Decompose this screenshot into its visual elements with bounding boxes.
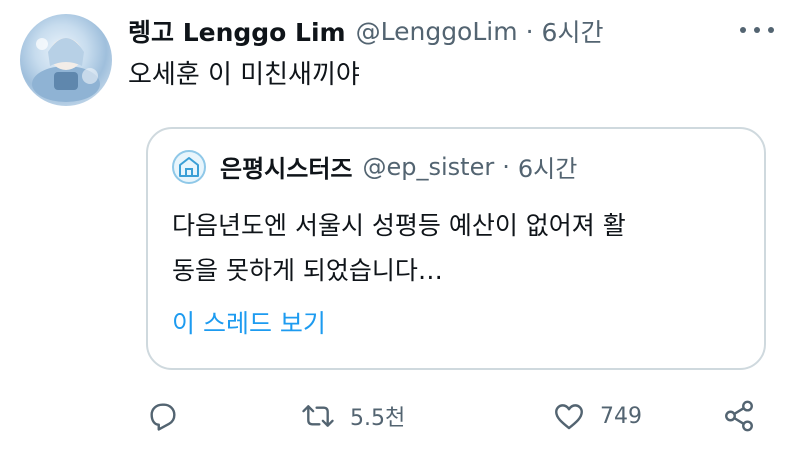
retweet-button[interactable]: 5.5천 [300, 399, 405, 433]
retweet-icon [302, 405, 334, 427]
retweet-count: 5.5천 [350, 406, 406, 431]
show-thread-link[interactable]: 이 스레드 보기 [172, 304, 326, 340]
more-icon[interactable] [740, 20, 774, 40]
timestamp[interactable]: 6시간 [542, 13, 604, 49]
user-handle[interactable]: @LenggoLim [356, 17, 518, 46]
tweet-text: 오세훈 이 미친새끼야 [128, 60, 360, 90]
tweet-header: 렝고 Lenggo Lim @LenggoLim · 6시간 [128, 14, 603, 48]
more-dot [754, 27, 760, 33]
reply-button[interactable] [146, 399, 180, 433]
display-name[interactable]: 렝고 Lenggo Lim [128, 13, 346, 49]
reply-icon [150, 403, 176, 431]
house-icon [179, 156, 199, 177]
quoted-tweet-card[interactable]: 은평시스터즈 @ep_sister · 6시간 다음년도엔 서울시 성평등 예산… [146, 127, 766, 370]
separator-dot: · [525, 16, 534, 46]
quote-separator-dot: · [502, 152, 510, 181]
more-dot [768, 27, 774, 33]
quote-avatar [172, 149, 206, 184]
quote-timestamp: 6시간 [517, 155, 578, 183]
avatar[interactable] [20, 14, 112, 106]
quote-text: 다음년도엔 서울시 성평등 예산이 없어져 활 동을 못하게 되었습니다… [172, 203, 747, 293]
avatar-image [32, 38, 100, 102]
heart-icon [555, 404, 583, 430]
more-dot [740, 27, 746, 33]
quote-display-name: 은평시스터즈 [220, 155, 353, 183]
share-button[interactable] [722, 399, 756, 433]
quote-text-line: 동을 못하게 되었습니다… [172, 256, 443, 285]
quote-text-line: 다음년도엔 서울시 성평등 예산이 없어져 활 [172, 211, 626, 240]
quote-user-handle: @ep_sister [362, 152, 495, 181]
quote-header: 은평시스터즈 @ep_sister · 6시간 [172, 149, 577, 184]
action-bar: 5.5천 749 [0, 395, 800, 441]
like-count: 749 [600, 403, 642, 429]
share-icon [725, 400, 753, 432]
like-button[interactable]: 749 [552, 399, 642, 433]
